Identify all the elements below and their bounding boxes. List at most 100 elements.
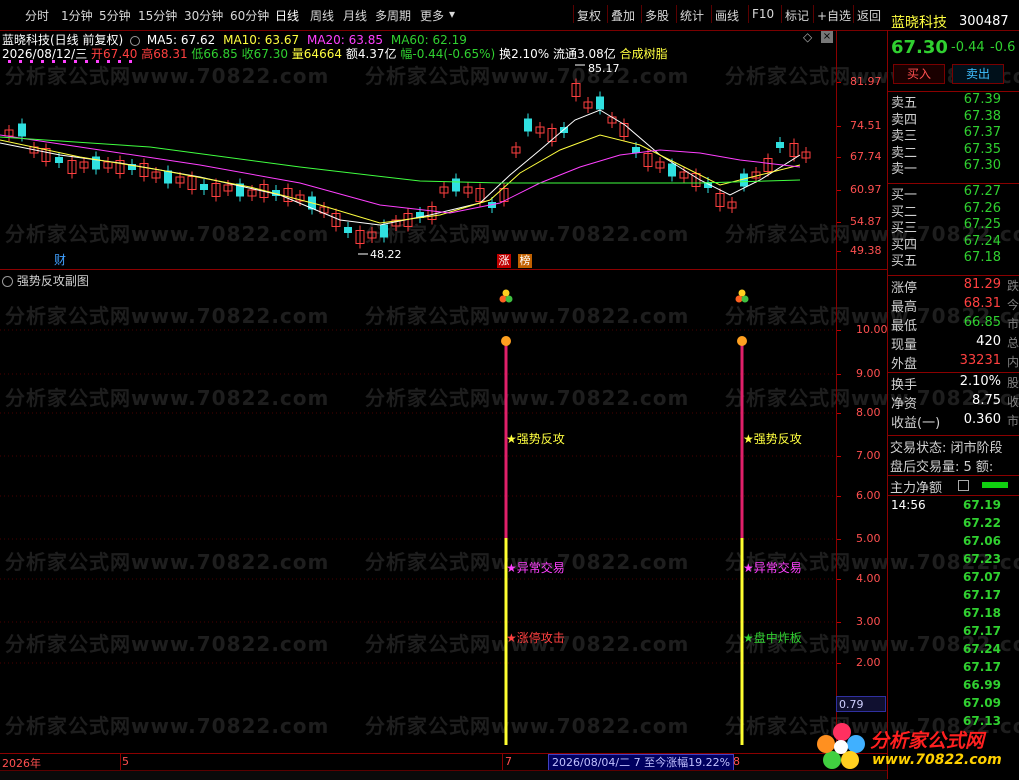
tick-row: 67.06 [889, 534, 1019, 552]
high-price-mark: 85.17 [588, 62, 620, 75]
toolbar-action-7[interactable]: +自选 [817, 7, 851, 24]
toolbar-action-3[interactable]: 统计 [680, 7, 704, 24]
tick-price: 67.17 [963, 624, 1001, 638]
candle-down [200, 184, 208, 190]
tick-row: 66.99 [889, 678, 1019, 696]
stat-label: 净资 [891, 397, 918, 412]
bid-row[interactable]: 买四 67.24 [889, 234, 1019, 253]
divider-5 [888, 475, 1019, 476]
order-price: 67.35 [963, 141, 1001, 157]
candle-down [344, 227, 352, 233]
close-icon[interactable]: × [821, 31, 833, 43]
toolbar-separator [641, 5, 642, 23]
period-tab-1[interactable]: 1分钟 [61, 7, 93, 24]
more-dropdown-icon[interactable]: ▾ [449, 7, 455, 21]
sub-axis-label: 3.00 [856, 615, 881, 628]
marker-dot [30, 60, 33, 63]
ask-row[interactable]: 卖一 67.30 [889, 158, 1019, 177]
stat-value: 66.85 [963, 315, 1001, 330]
tick-price: 67.24 [963, 642, 1001, 656]
period-tab-8[interactable]: 月线 [343, 7, 367, 24]
main-net-bar [982, 482, 1008, 488]
ask-row[interactable]: 卖四 67.38 [889, 109, 1019, 128]
stat-row: 净资 8.75 收 [889, 393, 1019, 412]
candle-down [55, 157, 63, 163]
candle-down [18, 123, 26, 137]
site-logo: 分析家公式网 www.70822.com [812, 718, 1019, 779]
divider-6 [888, 495, 1019, 496]
finance-badge[interactable]: 财 [54, 251, 66, 268]
settings-icon[interactable] [130, 35, 141, 46]
candle-down [776, 142, 784, 148]
divider-4 [888, 435, 1019, 436]
signal-icon-dot [502, 289, 510, 297]
stat-row: 现量 420 总 [889, 334, 1019, 353]
signal-label-right-2: ★异常交易 [743, 561, 802, 575]
signal-label-right-1: ★强势反攻 [743, 432, 802, 446]
candle-down [632, 147, 640, 153]
tick-row: 67.23 [889, 552, 1019, 570]
stat-cut-label: 收 [1006, 395, 1019, 409]
sell-button[interactable]: 卖出 [952, 64, 1004, 84]
ask-row[interactable]: 卖五 67.39 [889, 92, 1019, 111]
period-tab-4[interactable]: 30分钟 [184, 7, 223, 24]
period-tab-7[interactable]: 周线 [310, 7, 334, 24]
tick-row: 67.17 [889, 624, 1019, 642]
period-tab-9[interactable]: 多周期 [375, 7, 411, 24]
candle-down [92, 156, 100, 170]
stat-row: 收益(一) 0.360 市 [889, 412, 1019, 431]
order-label: 卖一 [891, 162, 918, 177]
toolbar-action-6[interactable]: 标记 [785, 7, 809, 24]
bid-row[interactable]: 买二 67.26 [889, 201, 1019, 220]
period-tab-10[interactable]: 更多 [420, 7, 444, 24]
stat-row: 最低 66.85 市 [889, 315, 1019, 334]
marker-dot [41, 60, 44, 63]
toolbar-separator [853, 5, 854, 23]
ask-row[interactable]: 卖三 67.37 [889, 125, 1019, 144]
bid-row[interactable]: 买一 67.27 [889, 184, 1019, 203]
tick-price: 67.09 [963, 696, 1001, 710]
diamond-icon[interactable]: ◇ [803, 30, 812, 44]
stat-row: 最高 68.31 今 [889, 296, 1019, 315]
stat-value: 68.31 [963, 296, 1001, 311]
tick-price: 67.07 [963, 570, 1001, 584]
order-price: 67.27 [963, 184, 1001, 199]
buy-button[interactable]: 买入 [893, 64, 945, 84]
stat-label: 换手 [891, 378, 918, 393]
toolbar-action-8[interactable]: 返回 [857, 7, 881, 24]
low-price-mark: 48.22 [370, 248, 402, 261]
sub-axis-line [836, 270, 837, 753]
period-tab-5[interactable]: 60分钟 [230, 7, 269, 24]
toolbar-action-0[interactable]: 复权 [577, 7, 601, 24]
sub-axis-label: 2.00 [856, 656, 881, 669]
stat-label: 最低 [891, 319, 918, 334]
sub-current-value: 0.79 [836, 696, 886, 712]
list-icon[interactable] [958, 480, 969, 491]
stock-name: 蓝晓科技 [891, 15, 947, 31]
period-tab-0[interactable]: 分时 [25, 7, 49, 24]
after-hours-volume: 盘后交易量: 5 额: [890, 460, 994, 475]
stat-label: 现量 [891, 338, 918, 353]
bid-row[interactable]: 买五 67.18 [889, 250, 1019, 269]
rank-badge[interactable]: 榜 [518, 254, 532, 268]
stock-change-pct: -0.6 [990, 40, 1016, 55]
period-tab-6[interactable]: 日线 [275, 7, 299, 24]
limit-up-badge[interactable]: 涨 [497, 254, 511, 268]
sub-axis-label: 9.00 [856, 367, 881, 380]
order-price: 67.37 [963, 125, 1001, 140]
period-tab-3[interactable]: 15分钟 [138, 7, 177, 24]
time-month-7: 7 [505, 755, 512, 768]
toolbar-action-5[interactable]: F10 [752, 7, 774, 21]
ask-row[interactable]: 卖二 67.35 [889, 141, 1019, 161]
order-price: 67.30 [963, 158, 1001, 173]
tick-price: 67.19 [963, 498, 1001, 512]
toolbar-action-2[interactable]: 多股 [645, 7, 669, 24]
stock-change: -0.44 [951, 40, 985, 55]
toolbar-action-1[interactable]: 叠加 [611, 7, 635, 24]
bid-row[interactable]: 买三 67.25 [889, 217, 1019, 236]
toolbar-action-4[interactable]: 画线 [715, 7, 739, 24]
signal-top-dot [501, 336, 511, 346]
marker-dot [52, 60, 55, 63]
tick-row: 67.19 [889, 498, 1019, 516]
period-tab-2[interactable]: 5分钟 [99, 7, 131, 24]
